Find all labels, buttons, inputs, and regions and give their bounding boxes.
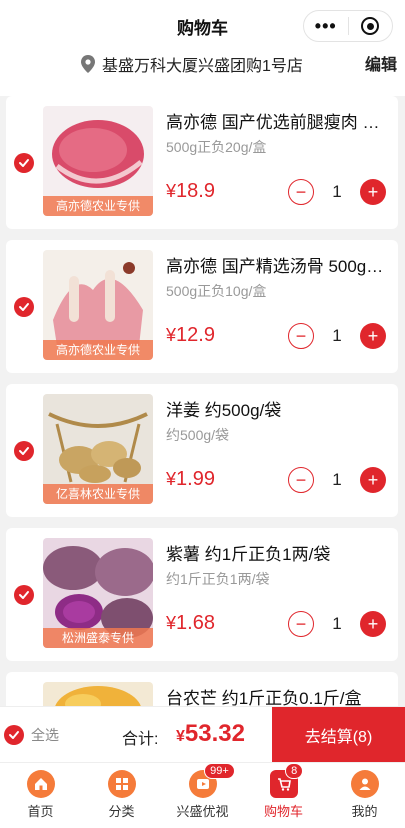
product-image[interactable] [43,682,153,706]
tab-label: 我的 [351,804,378,819]
product-name[interactable]: 洋姜 约500g/袋 [166,396,388,421]
product-price: ¥1.68 [166,612,215,635]
increase-button[interactable]: + [360,467,386,493]
product-name[interactable]: 高亦德 国产精选汤骨 500g正负10g/盒 [166,252,388,277]
notification-badge: 99+ [204,763,235,779]
currency-symbol: ¥ [166,181,177,201]
decrease-button[interactable]: − [288,611,314,637]
select-all-checkbox[interactable] [4,725,24,745]
target-ring [361,17,380,35]
increase-button[interactable]: + [360,179,386,205]
store-selector[interactable]: 基盛万科大厦兴盛团购1号店 [80,52,303,76]
top-bar: 购物车 ••• 基盛万科大厦兴盛团购1号店 编辑 [0,0,405,96]
product-name[interactable]: 紫薯 约1斤正负1两/袋 [166,540,388,565]
tab-video[interactable]: 99+ 兴盛优视 [162,763,243,828]
price-value: 1.99 [176,468,215,490]
quantity-stepper: − 1 + [288,467,386,493]
category-icon [107,770,136,798]
currency-symbol: ¥ [176,728,185,745]
quantity-value: 1 [332,326,342,345]
tab-home[interactable]: 首页 [0,763,81,828]
quantity-stepper: − 1 + [288,323,386,349]
product-price: ¥12.9 [166,324,215,347]
price-value: 12.9 [176,324,215,346]
decrease-button[interactable]: − [288,323,314,349]
target-icon[interactable] [349,17,393,35]
currency-symbol: ¥ [166,613,177,633]
check-icon [19,303,29,311]
product-image[interactable]: 高亦德农业专供 [43,106,153,216]
check-icon [9,731,19,739]
item-checkbox[interactable] [14,153,34,173]
currency-symbol: ¥ [166,325,177,345]
user-icon [350,770,379,798]
location-pin-icon [81,55,95,73]
tab-category[interactable]: 分类 [81,763,162,828]
decrease-button[interactable]: − [288,467,314,493]
product-spec: 500g正负20g/盒 [166,139,267,155]
checkout-button[interactable]: 去结算(8) [272,707,405,763]
supplier-tag: 松洲盛泰专供 [43,628,153,648]
quantity-value: 1 [332,470,342,489]
bottom-tab-bar: 首页 分类 99+ 兴盛优视 8 购物车 我的 [0,762,405,828]
product-image[interactable]: 松洲盛泰专供 [43,538,153,648]
home-icon [26,770,55,798]
cart-item[interactable]: 高亦德农业专供 高亦德 国产精选汤骨 500g正负10g/盒 500g正负10g… [6,240,398,373]
cart-item[interactable]: 高亦德农业专供 高亦德 国产优选前腿瘦肉 500g正负20g/盒 500g正负2… [6,96,398,229]
quantity-value: 1 [332,614,342,633]
check-icon [19,447,29,455]
item-checkbox[interactable] [14,441,34,461]
currency-symbol: ¥ [166,469,177,489]
cart-count-badge: 8 [285,763,304,779]
target-dot [366,22,374,30]
price-value: 1.68 [176,612,215,634]
product-spec: 约500g/袋 [166,427,230,443]
product-name[interactable]: 台农芒 约1斤正负0.1斤/盒 [166,684,388,706]
product-price: ¥18.9 [166,180,215,203]
tab-label: 分类 [108,804,135,819]
checkout-bar: 全选 合计: ¥53.32 去结算(8) [0,706,405,763]
supplier-tag: 亿喜林农业专供 [43,484,153,504]
increase-button[interactable]: + [360,323,386,349]
product-spec: 约1斤正负1两/袋 [166,571,270,587]
total-amount: ¥53.32 [176,720,245,748]
select-all-label[interactable]: 全选 [31,725,59,745]
item-checkbox[interactable] [14,297,34,317]
cart-list[interactable]: 高亦德农业专供 高亦德 国产优选前腿瘦肉 500g正负20g/盒 500g正负2… [0,96,405,706]
quantity-stepper: − 1 + [288,179,386,205]
tab-mine[interactable]: 我的 [324,763,405,828]
cart-item[interactable]: 松洲盛泰专供 紫薯 约1斤正负1两/袋 约1斤正负1两/袋 ¥1.68 − 1 … [6,528,398,661]
tab-label: 购物车 [263,804,303,819]
mango-image [43,682,153,706]
store-name: 基盛万科大厦兴盛团购1号店 [102,58,303,75]
check-icon [19,591,29,599]
total-value: 53.32 [184,720,245,747]
price-value: 18.9 [176,180,215,202]
quantity-stepper: − 1 + [288,611,386,637]
cart-item[interactable]: 台农芒 约1斤正负0.1斤/盒 [6,672,398,706]
decrease-button[interactable]: − [288,179,314,205]
edit-button[interactable]: 编辑 [365,51,397,75]
product-image[interactable]: 高亦德农业专供 [43,250,153,360]
check-icon [19,159,29,167]
item-checkbox[interactable] [14,585,34,605]
product-image[interactable]: 亿喜林农业专供 [43,394,153,504]
product-name[interactable]: 高亦德 国产优选前腿瘦肉 500g正负20g/盒 [166,108,388,133]
tab-label: 兴盛优视 [176,804,229,819]
more-dots-icon[interactable]: ••• [304,11,348,41]
increase-button[interactable]: + [360,611,386,637]
tab-label: 首页 [27,804,54,819]
cart-item[interactable]: 亿喜林农业专供 洋姜 约500g/袋 约500g/袋 ¥1.99 − 1 + [6,384,398,517]
quantity-value: 1 [332,182,342,201]
tab-cart[interactable]: 8 购物车 [243,763,324,828]
total-label: 合计: [122,731,159,748]
supplier-tag: 高亦德农业专供 [43,340,153,360]
product-spec: 500g正负10g/盒 [166,283,267,299]
mini-program-capsule: ••• [303,10,393,42]
product-price: ¥1.99 [166,468,215,491]
supplier-tag: 高亦德农业专供 [43,196,153,216]
